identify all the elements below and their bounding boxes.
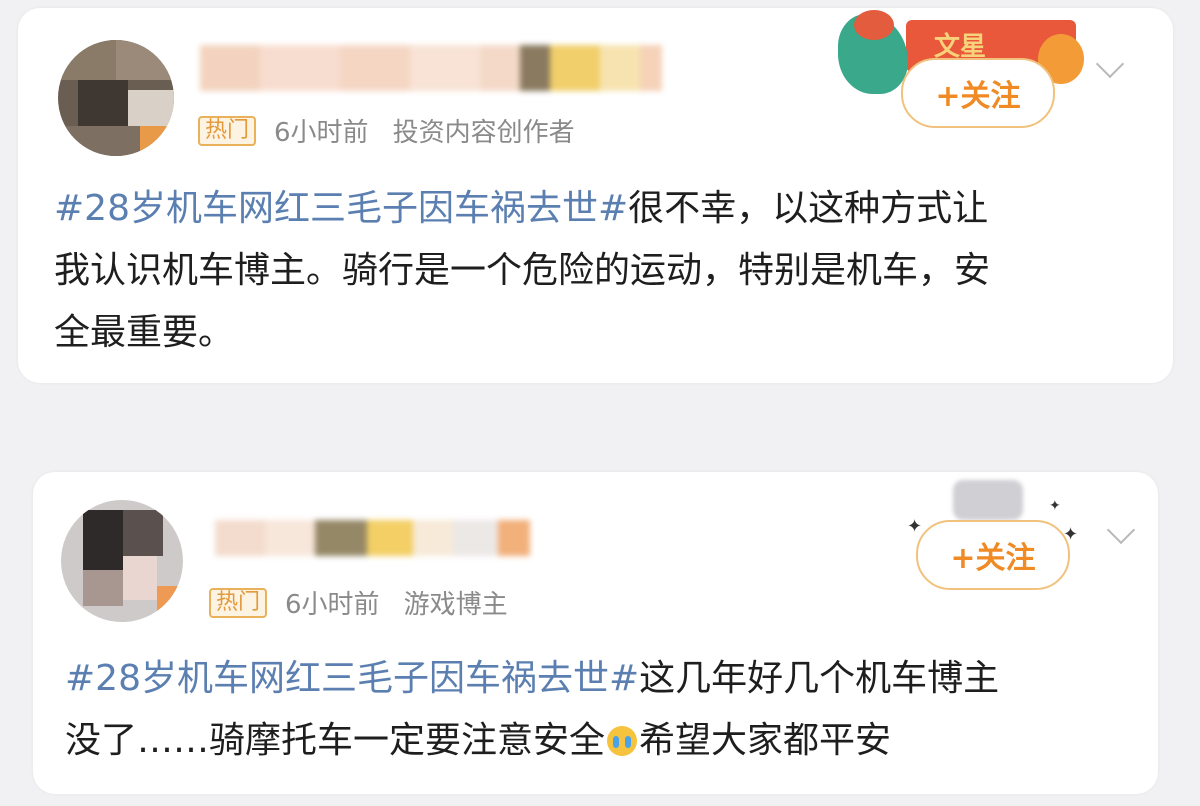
post-text-line: 很不幸，以这种方式让 bbox=[628, 188, 989, 229]
hot-badge: 热门 bbox=[198, 115, 257, 146]
username-blurred[interactable] bbox=[215, 520, 530, 556]
post-text-line: 没了……骑摩托车一定要注意安全 bbox=[65, 720, 606, 761]
avatar[interactable] bbox=[61, 500, 183, 622]
crying-face-emoji-icon bbox=[607, 726, 638, 756]
post-time: 6小时前 bbox=[285, 590, 380, 620]
chevron-down-icon[interactable] bbox=[1106, 515, 1136, 545]
username-blurred[interactable] bbox=[200, 45, 662, 91]
avatar[interactable] bbox=[58, 40, 174, 156]
post-text-line: 这几年好几个机车博主 bbox=[639, 658, 1000, 699]
post-card: 热门 6小时前 投资内容创作者 文星 +关注 #28岁机车网红三毛子因车祸去世#… bbox=[18, 8, 1173, 383]
post-text-line: 我认识机车博主。骑行是一个危险的运动，特别是机车，安 bbox=[54, 250, 991, 291]
post-text-line: 全最重要。 bbox=[54, 312, 235, 353]
follow-label: +关注 bbox=[935, 79, 1021, 114]
author-category: 游戏博主 bbox=[403, 590, 508, 620]
hashtag-link[interactable]: #28岁机车网红三毛子因车祸去世# bbox=[54, 188, 628, 229]
follow-button[interactable]: +关注 bbox=[916, 520, 1070, 590]
post-text-line: 希望大家都平安 bbox=[639, 720, 892, 761]
chevron-down-icon[interactable] bbox=[1095, 49, 1125, 79]
post-meta: 热门 6小时前 游戏博主 bbox=[209, 584, 508, 621]
post-content: #28岁机车网红三毛子因车祸去世#很不幸，以这种方式让 我认识机车博主。骑行是一… bbox=[54, 178, 1154, 364]
post-time: 6小时前 bbox=[274, 118, 369, 148]
follow-button[interactable]: +关注 bbox=[901, 58, 1055, 128]
post-card: 热门 6小时前 游戏博主 ✦ ✦ ✦ +关注 #28岁机车网红三毛子因车祸去世#… bbox=[33, 472, 1158, 794]
post-content: #28岁机车网红三毛子因车祸去世#这几年好几个机车博主 没了……骑摩托车一定要注… bbox=[65, 648, 1145, 772]
post-meta: 热门 6小时前 投资内容创作者 bbox=[198, 112, 575, 149]
hashtag-link[interactable]: #28岁机车网红三毛子因车祸去世# bbox=[65, 658, 639, 699]
follow-label: +关注 bbox=[950, 541, 1036, 576]
hot-badge: 热门 bbox=[209, 587, 268, 618]
author-category: 投资内容创作者 bbox=[392, 118, 575, 148]
